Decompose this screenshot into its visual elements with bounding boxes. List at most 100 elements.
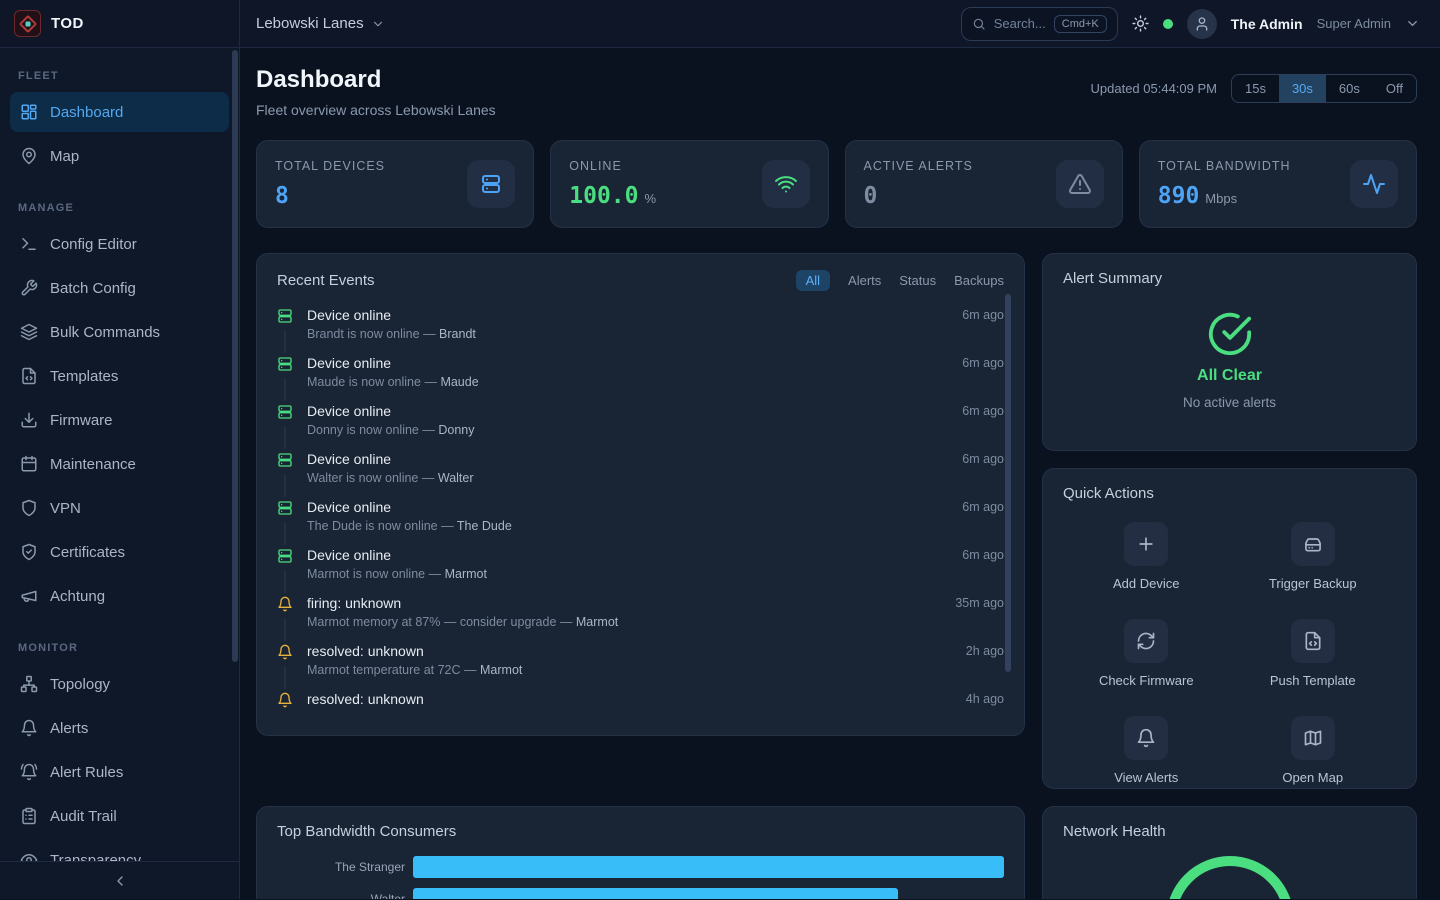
sidebar-item-label: Templates bbox=[50, 368, 118, 385]
brand: TOD bbox=[0, 0, 240, 47]
events-filter-backups[interactable]: Backups bbox=[954, 273, 1004, 288]
event-device: Walter bbox=[438, 471, 474, 485]
sidebar-item-label: VPN bbox=[50, 500, 81, 517]
event-row[interactable]: Device online Donny is now online — Donn… bbox=[277, 401, 1004, 449]
clipboard-icon bbox=[20, 807, 38, 825]
event-time: 4h ago bbox=[966, 689, 1004, 713]
quick-action-trigger-backup[interactable]: Trigger Backup bbox=[1230, 522, 1397, 591]
event-row[interactable]: Device online Maude is now online — Maud… bbox=[277, 353, 1004, 401]
event-row[interactable]: Device online The Dude is now online — T… bbox=[277, 497, 1004, 545]
bandwidth-bar[interactable] bbox=[413, 856, 1004, 878]
event-subtitle: Maude is now online — Maude bbox=[307, 375, 948, 389]
sidebar-item-transparency[interactable]: Transparency bbox=[10, 840, 229, 861]
stat-value: 100.0 bbox=[569, 183, 638, 209]
refresh-interval-off[interactable]: Off bbox=[1373, 75, 1416, 102]
refresh-interval-15s[interactable]: 15s bbox=[1232, 75, 1279, 102]
events-filter-all[interactable]: All bbox=[796, 270, 830, 291]
quick-action-label: Trigger Backup bbox=[1269, 576, 1357, 591]
event-title: Device online bbox=[307, 353, 948, 371]
event-time: 6m ago bbox=[962, 497, 1004, 545]
topbar: TOD Lebowski Lanes Search... Cmd+K bbox=[0, 0, 1440, 48]
sidebar-item-vpn[interactable]: VPN bbox=[10, 488, 229, 528]
stat-card-online: ONLINE 100.0 % bbox=[550, 140, 828, 228]
stat-value: 890 bbox=[1158, 183, 1200, 209]
bandwidth-bar[interactable] bbox=[413, 888, 898, 899]
sidebar-item-maintenance[interactable]: Maintenance bbox=[10, 444, 229, 484]
file-code-icon bbox=[1303, 631, 1323, 651]
map-icon bbox=[1303, 728, 1323, 748]
terminal-icon bbox=[20, 235, 38, 253]
sidebar-item-audit-trail[interactable]: Audit Trail bbox=[10, 796, 229, 836]
event-row[interactable]: resolved: unknown 4h ago bbox=[277, 689, 1004, 713]
quick-action-check-firmware[interactable]: Check Firmware bbox=[1063, 619, 1230, 688]
event-row[interactable]: firing: unknown Marmot memory at 87% — c… bbox=[277, 593, 1004, 641]
alert-summary-card: Alert Summary All Clear No active alerts bbox=[1042, 253, 1417, 451]
recent-events-card: Recent Events All Alerts Status Backups bbox=[256, 253, 1025, 736]
sidebar-item-bulk-commands[interactable]: Bulk Commands bbox=[10, 312, 229, 352]
sidebar-item-map[interactable]: Map bbox=[10, 136, 229, 176]
events-filter-status[interactable]: Status bbox=[899, 273, 936, 288]
bandwidth-bar-row: Walter bbox=[277, 888, 1004, 899]
sidebar-item-achtung[interactable]: Achtung bbox=[10, 576, 229, 616]
sidebar-item-templates[interactable]: Templates bbox=[10, 356, 229, 396]
refresh-interval-60s[interactable]: 60s bbox=[1326, 75, 1373, 102]
event-time: 6m ago bbox=[962, 545, 1004, 593]
sidebar-item-firmware[interactable]: Firmware bbox=[10, 400, 229, 440]
event-subtitle: Marmot is now online — Marmot bbox=[307, 567, 948, 581]
event-row[interactable]: Device online Walter is now online — Wal… bbox=[277, 449, 1004, 497]
sidebar-item-topology[interactable]: Topology bbox=[10, 664, 229, 704]
org-selector[interactable]: Lebowski Lanes bbox=[256, 15, 385, 32]
app-logo-icon bbox=[14, 10, 41, 37]
event-time: 2h ago bbox=[966, 641, 1004, 689]
quick-action-label: View Alerts bbox=[1114, 770, 1178, 785]
sidebar-item-label: Alerts bbox=[50, 720, 88, 737]
event-row[interactable]: Device online Brandt is now online — Bra… bbox=[277, 305, 1004, 353]
server-icon bbox=[277, 401, 293, 427]
sidebar-item-batch-config[interactable]: Batch Config bbox=[10, 268, 229, 308]
user-role-badge: Super Admin bbox=[1317, 16, 1391, 31]
network-icon bbox=[20, 675, 38, 693]
quick-action-push-template[interactable]: Push Template bbox=[1230, 619, 1397, 688]
sidebar-item-label: Bulk Commands bbox=[50, 324, 160, 341]
sidebar-item-alert-rules[interactable]: Alert Rules bbox=[10, 752, 229, 792]
main-content: Dashboard Fleet overview across Lebowski… bbox=[240, 48, 1440, 899]
avatar[interactable] bbox=[1187, 9, 1217, 39]
sidebar-item-dashboard[interactable]: Dashboard bbox=[10, 92, 229, 132]
network-health-title: Network Health bbox=[1063, 823, 1166, 840]
sidebar-collapse-button[interactable] bbox=[0, 861, 239, 899]
brand-name: TOD bbox=[51, 15, 84, 32]
quick-action-open-map[interactable]: Open Map bbox=[1230, 716, 1397, 785]
recent-events-title: Recent Events bbox=[277, 272, 375, 289]
sidebar-item-certificates[interactable]: Certificates bbox=[10, 532, 229, 572]
user-menu-chevron-down-icon[interactable] bbox=[1405, 16, 1420, 31]
search-input[interactable]: Search... Cmd+K bbox=[961, 7, 1118, 41]
server-icon bbox=[479, 172, 503, 196]
theme-toggle-sun-icon[interactable] bbox=[1132, 15, 1149, 32]
bell-icon bbox=[1136, 728, 1156, 748]
sidebar-item-config-editor[interactable]: Config Editor bbox=[10, 224, 229, 264]
event-device: Brandt bbox=[439, 327, 476, 341]
sidebar-scrollbar[interactable] bbox=[232, 50, 238, 662]
hard-drive-icon bbox=[1303, 534, 1323, 554]
sidebar-item-label: Transparency bbox=[50, 852, 141, 862]
sidebar-item-label: Maintenance bbox=[50, 456, 136, 473]
refresh-interval-30s[interactable]: 30s bbox=[1279, 75, 1326, 102]
sidebar-item-alerts[interactable]: Alerts bbox=[10, 708, 229, 748]
quick-action-view-alerts[interactable]: View Alerts bbox=[1063, 716, 1230, 785]
events-scrollbar[interactable] bbox=[1005, 294, 1011, 672]
event-subtitle: Donny is now online — Donny bbox=[307, 423, 948, 437]
quick-action-add-device[interactable]: Add Device bbox=[1063, 522, 1230, 591]
nav-section-monitor: MONITOR bbox=[10, 634, 229, 664]
event-subtitle: The Dude is now online — The Dude bbox=[307, 519, 948, 533]
nav-section-manage: MANAGE bbox=[10, 194, 229, 224]
bandwidth-bar-label: Walter bbox=[277, 892, 405, 899]
event-row[interactable]: resolved: unknown Marmot temperature at … bbox=[277, 641, 1004, 689]
search-placeholder: Search... bbox=[994, 16, 1046, 31]
event-title: Device online bbox=[307, 305, 948, 323]
network-health-ring: 100 bbox=[1166, 856, 1294, 899]
events-filter-alerts[interactable]: Alerts bbox=[848, 273, 881, 288]
event-title: resolved: unknown bbox=[307, 641, 952, 659]
event-row[interactable]: Device online Marmot is now online — Mar… bbox=[277, 545, 1004, 593]
event-title: firing: unknown bbox=[307, 593, 941, 611]
refresh-interval-group: 15s 30s 60s Off bbox=[1231, 74, 1417, 103]
